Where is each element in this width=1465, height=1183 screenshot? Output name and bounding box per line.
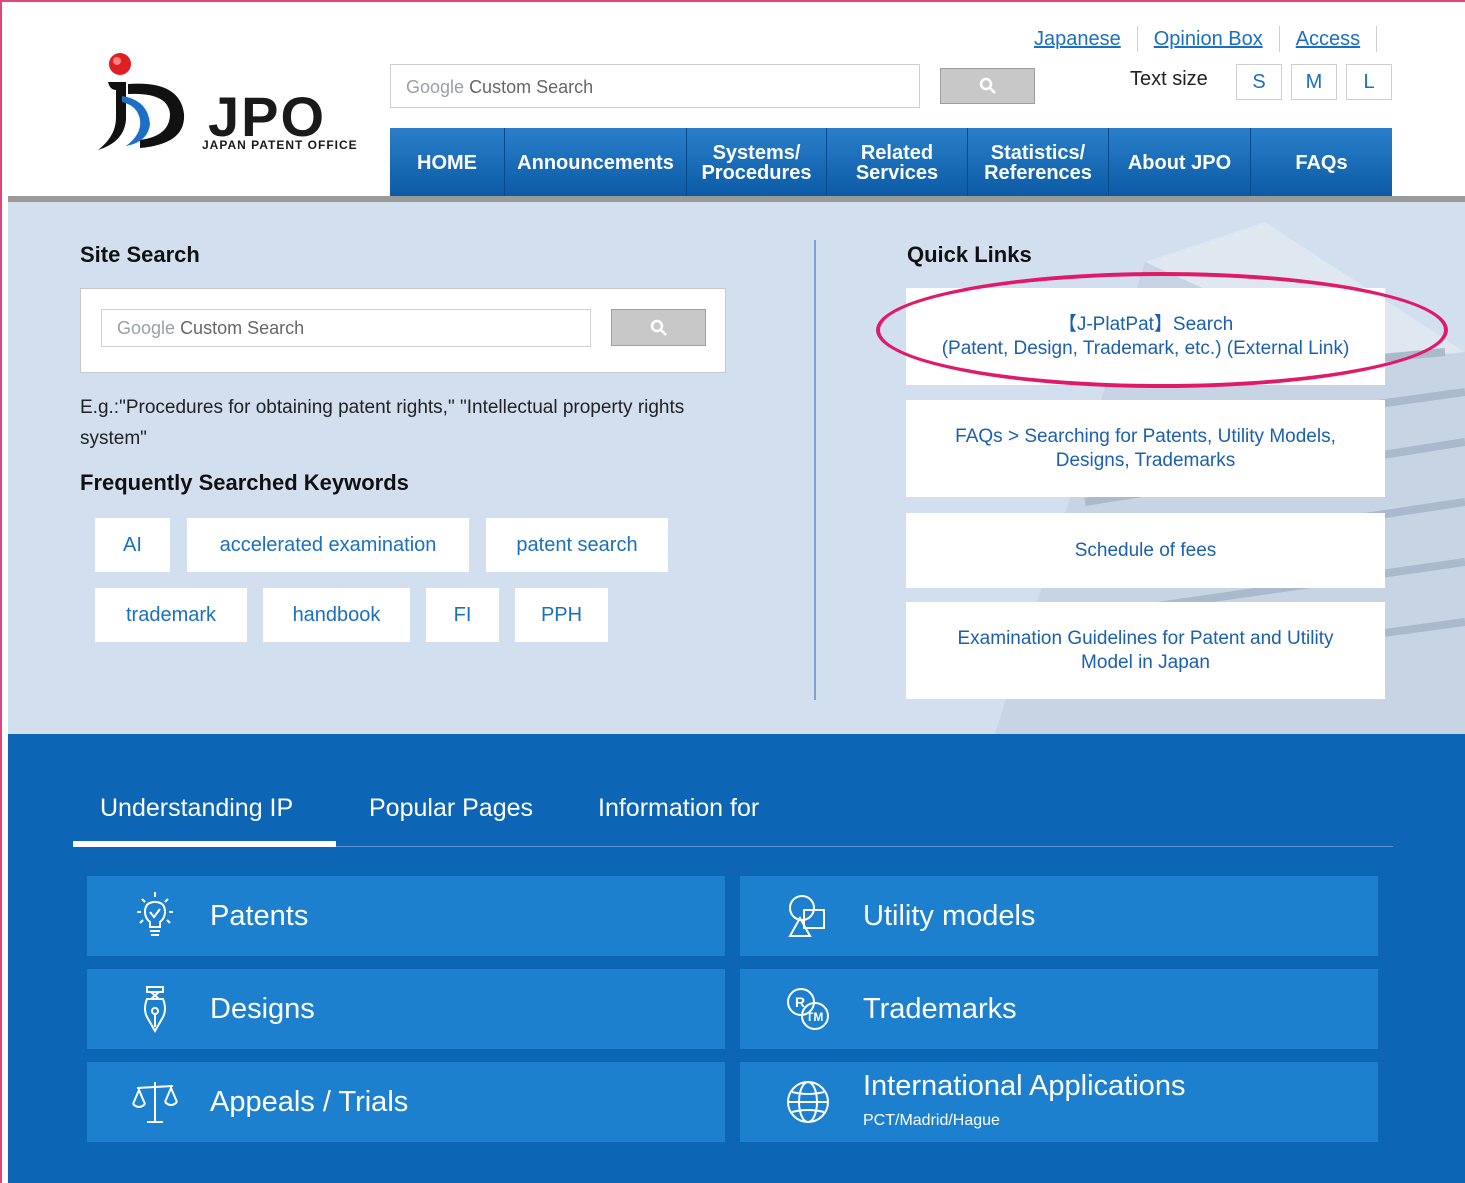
utility-links: Japanese Opinion Box Access [1018, 26, 1378, 52]
keyword-trademark[interactable]: trademark [95, 588, 247, 642]
utility-model-icon [788, 895, 825, 937]
globe-icon [787, 1081, 829, 1123]
google-brand: Google [117, 318, 176, 338]
trademark-icon: R TM [787, 988, 829, 1030]
tab-information-for[interactable]: Information for [598, 794, 759, 823]
keyword-handbook[interactable]: handbook [263, 588, 410, 642]
card-label: Patents [210, 899, 309, 932]
nav-related-services[interactable]: Related Services [827, 128, 968, 197]
svg-text:TM: TM [806, 1010, 823, 1024]
quick-link-jplatpat[interactable]: 【J-PlatPat】Search (Patent, Design, Trade… [906, 288, 1385, 385]
opinion-box-link[interactable]: Opinion Box [1138, 26, 1280, 52]
quick-link-faqs-searching[interactable]: FAQs > Searching for Patents, Utility Mo… [906, 400, 1385, 497]
card-label: Utility models [863, 899, 1036, 932]
search-placeholder: Google Custom Search [406, 77, 593, 98]
card-trademarks[interactable]: R TM Trademarks [740, 969, 1378, 1049]
card-appeals-trials[interactable]: Appeals / Trials [87, 1062, 725, 1142]
site-header: JPO JAPAN PATENT OFFICE Google Custom Se… [8, 8, 1465, 198]
keyword-ai[interactable]: AI [95, 518, 170, 572]
main-nav: HOME Announcements Systems/ Procedures R… [390, 128, 1392, 197]
text-size-m-button[interactable]: M [1291, 64, 1337, 100]
tab-understanding-ip[interactable]: Understanding IP [100, 794, 293, 823]
nav-systems-procedures[interactable]: Systems/ Procedures [687, 128, 827, 197]
card-label: International Applications [863, 1070, 1186, 1102]
ip-info-section: Understanding IP Popular Pages Informati… [8, 734, 1465, 1183]
text-size-l-button[interactable]: L [1346, 64, 1392, 100]
card-utility-models[interactable]: Utility models [740, 876, 1378, 956]
card-patents[interactable]: Patents [87, 876, 725, 956]
keyword-patent-search[interactable]: patent search [486, 518, 668, 572]
card-label: Designs [210, 992, 315, 1025]
logo-subtitle: JAPAN PATENT OFFICE [202, 138, 358, 152]
site-search-title: Site Search [80, 242, 200, 267]
nav-about-jpo[interactable]: About JPO [1109, 128, 1251, 197]
quick-links-title: Quick Links [907, 242, 1032, 267]
site-search-button[interactable] [611, 309, 706, 346]
scales-icon [132, 1082, 178, 1123]
quick-link-examination-guidelines[interactable]: Examination Guidelines for Patent and Ut… [906, 602, 1385, 699]
card-label: Appeals / Trials [210, 1085, 409, 1118]
placeholder-text: Custom Search [469, 77, 594, 97]
active-tab-indicator [73, 841, 336, 847]
tab-popular-pages[interactable]: Popular Pages [369, 794, 533, 823]
card-label: Trademarks [863, 992, 1017, 1025]
keyword-pph[interactable]: PPH [515, 588, 608, 642]
search-and-quick-links: Site Search Google Custom Search E.g.:"P… [8, 202, 1465, 734]
nav-home[interactable]: HOME [390, 128, 505, 197]
site-search-placeholder: Google Custom Search [117, 318, 304, 339]
card-sublabel: PCT/Madrid/Hague [863, 1112, 1000, 1129]
site-search-input[interactable]: Google Custom Search [101, 309, 591, 347]
nav-faqs[interactable]: FAQs [1251, 128, 1392, 197]
svg-text:R: R [795, 994, 805, 1010]
quick-link-schedule-of-fees[interactable]: Schedule of fees [906, 513, 1385, 588]
section-divider [814, 240, 816, 700]
search-icon [979, 77, 996, 94]
search-example-text: E.g.:"Procedures for obtaining patent ri… [80, 397, 685, 449]
keyword-fi[interactable]: FI [426, 588, 499, 642]
jpo-logo[interactable]: JPO JAPAN PATENT OFFICE [88, 50, 368, 160]
jpo-emblem-icon [98, 53, 185, 150]
google-brand: Google [406, 77, 465, 97]
header-search-button[interactable] [940, 68, 1035, 104]
japanese-link[interactable]: Japanese [1018, 26, 1138, 52]
keywords-title: Frequently Searched Keywords [80, 470, 409, 495]
placeholder-text: Custom Search [180, 318, 305, 338]
text-size-label: Text size [1130, 68, 1208, 90]
lightbulb-icon [137, 892, 173, 936]
access-link[interactable]: Access [1280, 26, 1378, 52]
search-icon [650, 319, 667, 336]
card-international-applications[interactable]: International Applications PCT/Madrid/Ha… [740, 1062, 1378, 1142]
header-search-input[interactable]: Google Custom Search [390, 64, 920, 108]
nav-statistics-references[interactable]: Statistics/ References [968, 128, 1109, 197]
text-size-s-button[interactable]: S [1236, 64, 1282, 100]
nav-announcements[interactable]: Announcements [505, 128, 687, 197]
pen-nib-icon [144, 986, 166, 1034]
keyword-accelerated-examination[interactable]: accelerated examination [187, 518, 469, 572]
site-search-box: Google Custom Search [80, 288, 726, 373]
card-designs[interactable]: Designs [87, 969, 725, 1049]
